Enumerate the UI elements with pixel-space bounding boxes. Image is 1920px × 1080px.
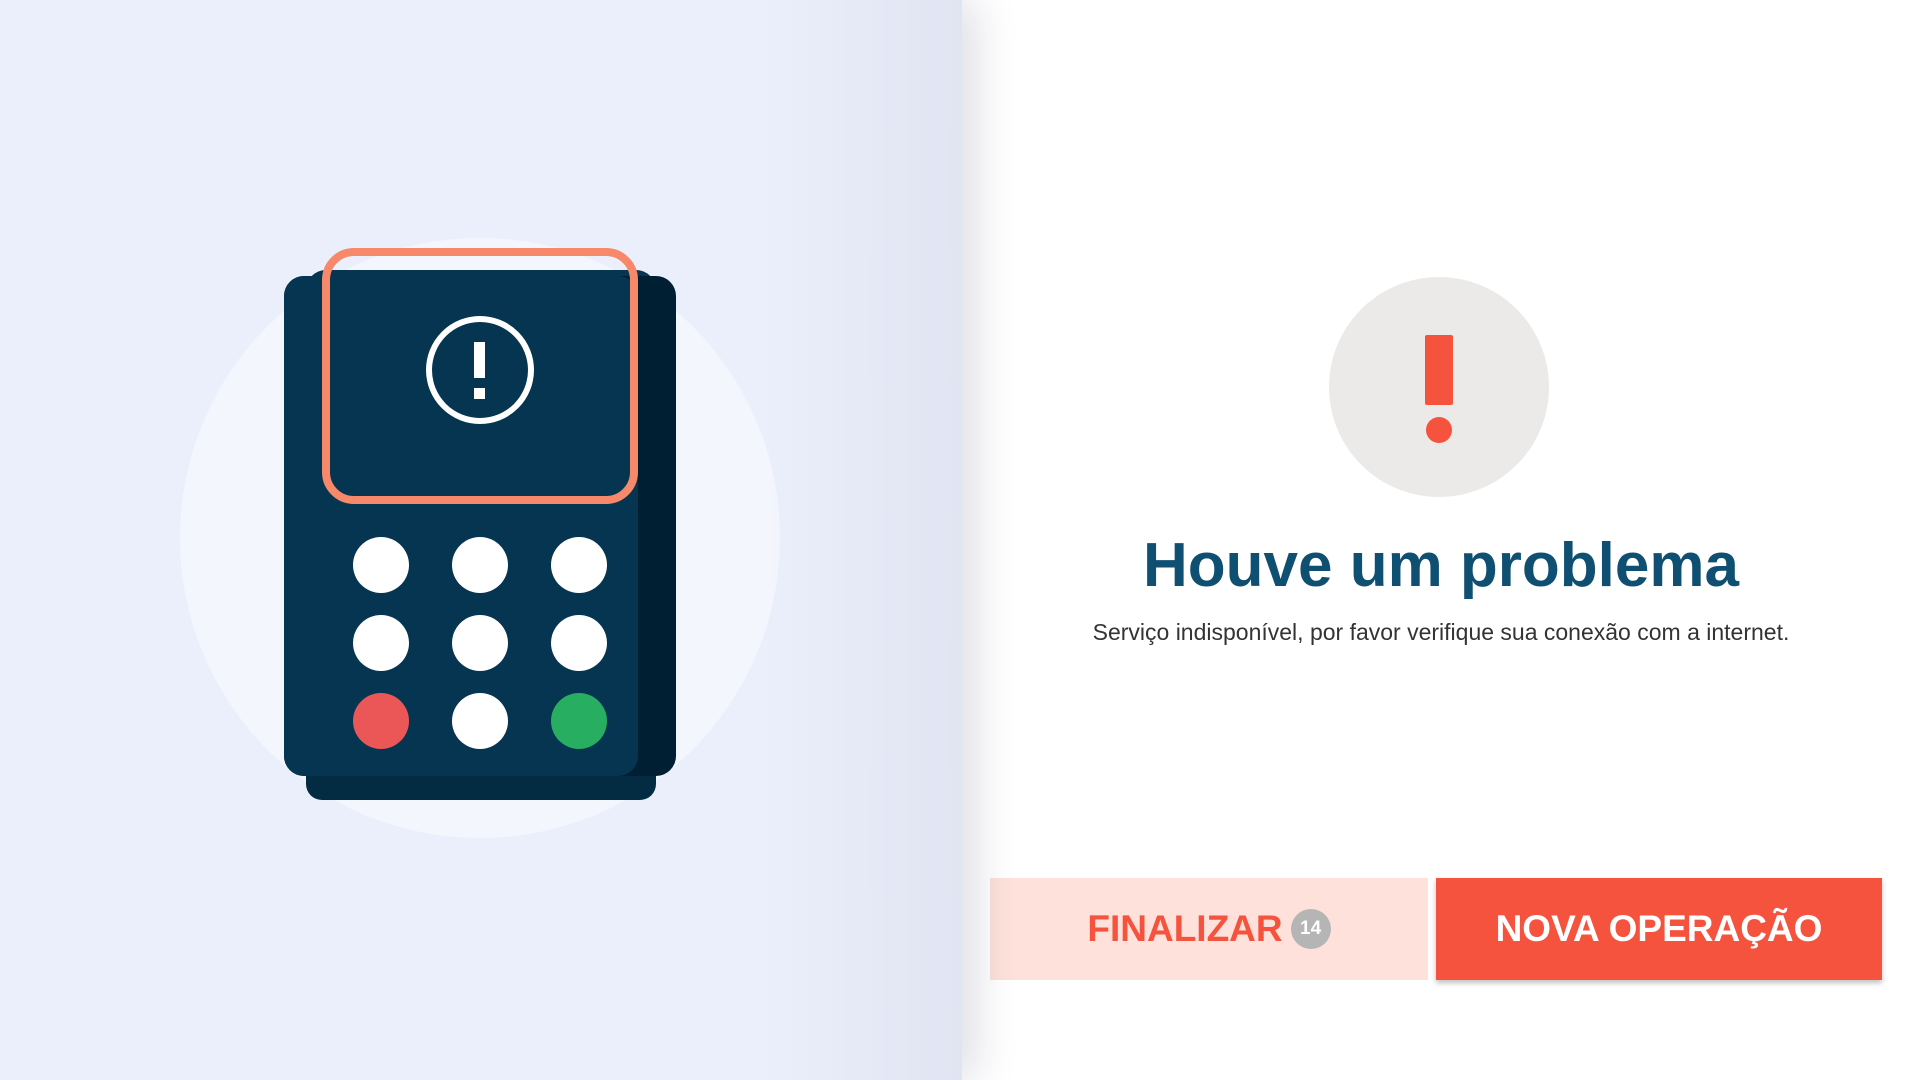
error-description: Serviço indisponível, por favor verifiqu…	[1092, 619, 1790, 645]
new-operation-button[interactable]: NOVA OPERAÇÃO	[1436, 878, 1882, 980]
confirm-key	[551, 693, 607, 749]
keypad-key	[353, 615, 409, 671]
keypad-key	[551, 615, 607, 671]
countdown-badge: 14	[1290, 909, 1331, 949]
new-operation-button-label: NOVA OPERAÇÃO	[1495, 908, 1823, 949]
keypad-key	[551, 537, 607, 593]
keypad-key	[452, 537, 508, 593]
error-title: Houve um problema	[1143, 531, 1739, 600]
keypad-key	[452, 615, 508, 671]
cancel-key	[353, 693, 409, 749]
keypad-key	[353, 537, 409, 593]
illustration-panel	[0, 0, 962, 1080]
exclamation-icon	[1329, 277, 1549, 497]
message-panel: Houve um problema Serviço indisponível, …	[962, 0, 1920, 1080]
card-terminal-illustration	[284, 248, 676, 800]
keypad	[353, 537, 607, 749]
keypad-key	[452, 693, 508, 749]
finalize-button[interactable]: FINALIZAR 14	[990, 878, 1428, 980]
finalize-button-label: FINALIZAR	[1087, 908, 1283, 949]
